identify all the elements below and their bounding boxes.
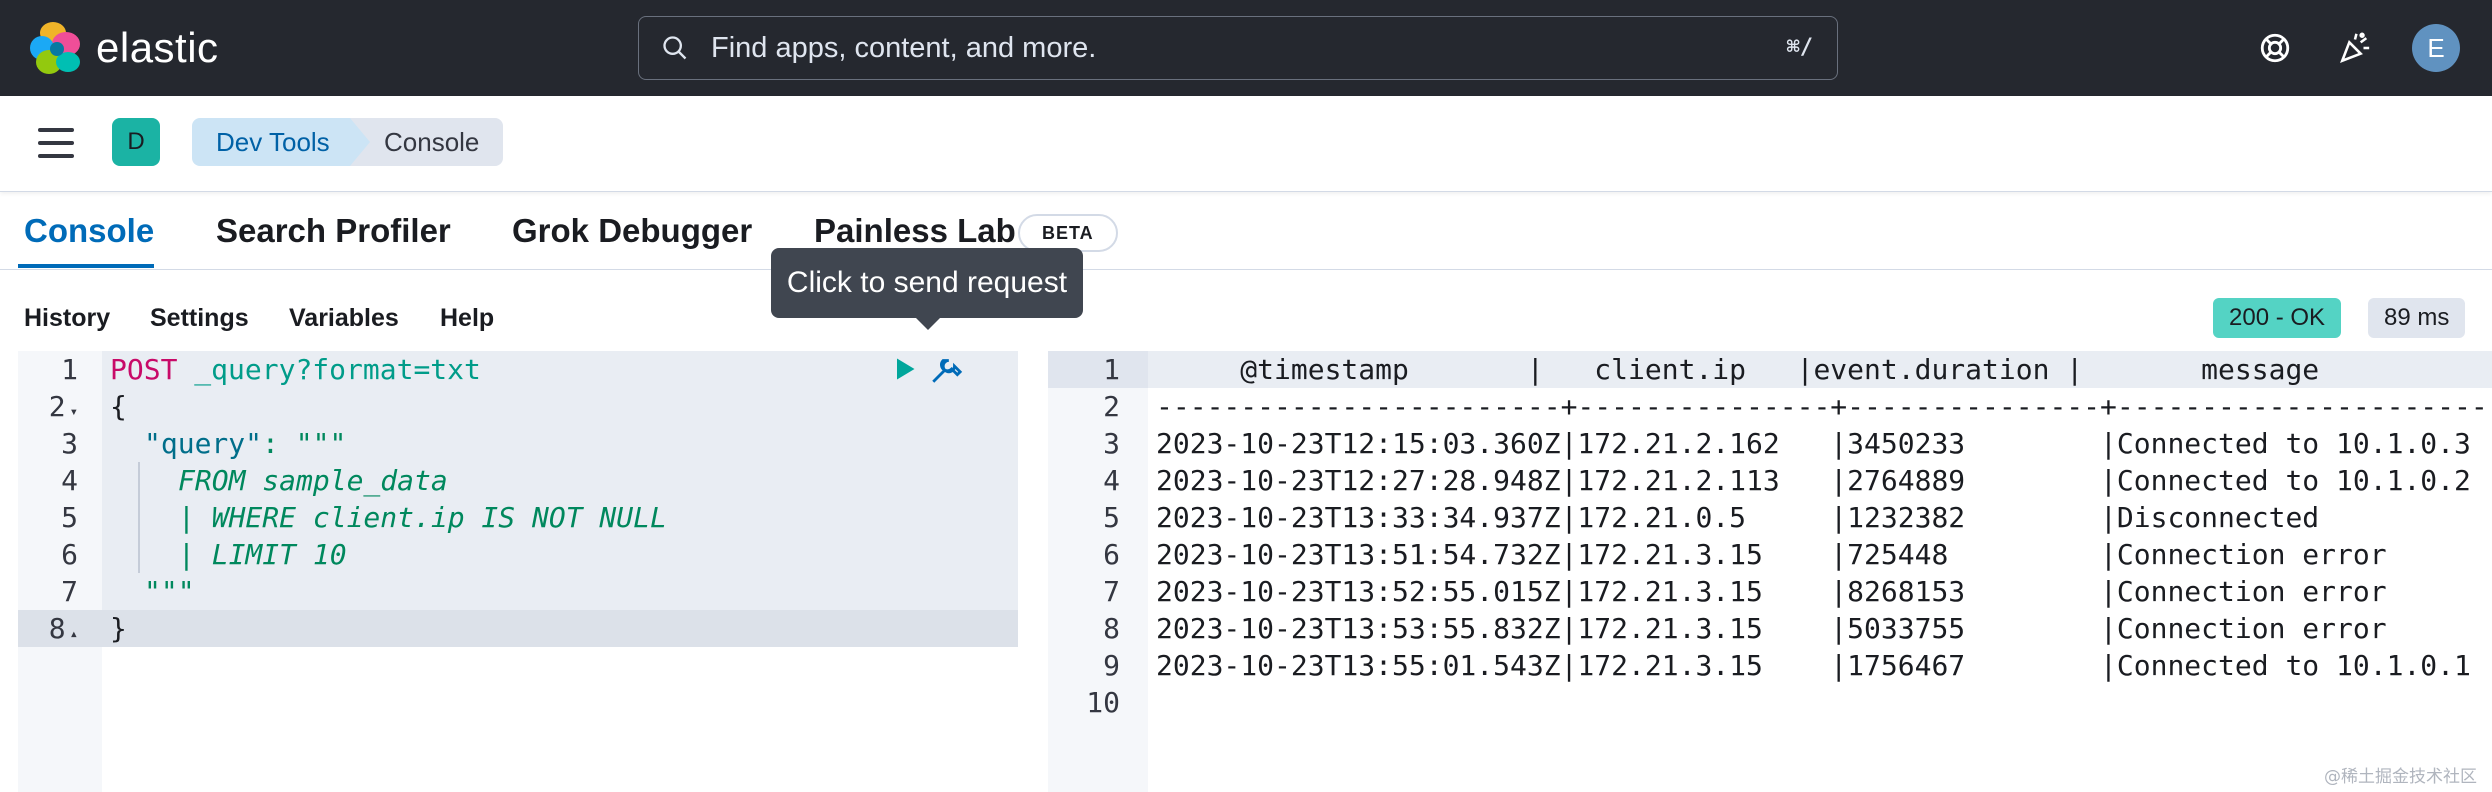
line-number: 7 xyxy=(1103,575,1120,608)
breadcrumb-console: Console xyxy=(350,118,504,166)
request-line: """ xyxy=(144,575,195,608)
wrench-icon[interactable] xyxy=(928,352,964,386)
request-line: | WHERE client.ip IS NOT NULL xyxy=(178,501,667,534)
request-line: FROM sample_data xyxy=(178,464,448,497)
request-line: { xyxy=(110,390,127,423)
tab-painless-lab[interactable]: Painless Lab xyxy=(814,212,1016,250)
breadcrumb-dev-tools[interactable]: Dev Tools xyxy=(192,118,384,166)
request-actions xyxy=(890,352,964,386)
line-number: 6 xyxy=(61,538,78,571)
elastic-logo[interactable]: elastic xyxy=(30,22,219,74)
search-icon xyxy=(663,36,687,60)
response-line: 2023-10-23T12:15:03.360Z|172.21.2.162 |3… xyxy=(1156,427,2471,460)
line-number: 5 xyxy=(61,501,78,534)
line-number: 3 xyxy=(61,427,78,460)
line-number: 4 xyxy=(1103,464,1120,497)
line-number: 10 xyxy=(1086,686,1120,719)
status-badge: 200 - OK xyxy=(2213,298,2342,338)
request-code[interactable]: POST _query?format=txt { "query": """ FR… xyxy=(102,351,1018,792)
search-shortcut: ⌘/ xyxy=(1786,35,1814,60)
response-line: 2023-10-23T13:52:55.015Z|172.21.3.15 |82… xyxy=(1156,575,2387,608)
json-value: : """ xyxy=(262,427,347,460)
elastic-logo-icon xyxy=(30,22,82,74)
fold-icon[interactable]: ▾ xyxy=(70,404,78,420)
history-button[interactable]: History xyxy=(24,304,110,333)
tab-search-profiler[interactable]: Search Profiler xyxy=(216,212,451,250)
response-code[interactable]: @timestamp | client.ip |event.duration |… xyxy=(1148,351,2492,792)
line-number: 3 xyxy=(1103,427,1120,460)
line-number: 2 xyxy=(1103,390,1120,423)
json-key: "query" xyxy=(144,427,263,460)
http-method: POST xyxy=(110,353,178,386)
space-avatar[interactable]: D xyxy=(112,118,160,166)
search-input[interactable] xyxy=(711,31,1711,65)
lifebuoy-icon xyxy=(2260,33,2290,63)
line-number: 9 xyxy=(1103,649,1120,682)
line-number: 6 xyxy=(1103,538,1120,571)
top-header: elastic ⌘/ E xyxy=(0,0,2492,96)
response-editor[interactable]: 1 2 3 4 5 6 7 8 9 10 @timestamp | client… xyxy=(1048,351,2492,792)
line-number: 8 ▴ xyxy=(18,610,78,647)
dev-tools-tabs: Console Search Profiler Grok Debugger Pa… xyxy=(0,192,2492,270)
tab-console[interactable]: Console xyxy=(24,212,154,250)
variables-button[interactable]: Variables xyxy=(289,304,399,333)
news-button[interactable] xyxy=(2331,24,2379,72)
response-gutter: 1 2 3 4 5 6 7 8 9 10 xyxy=(1048,351,1148,792)
fold-icon[interactable]: ▴ xyxy=(70,626,78,642)
active-line xyxy=(102,610,1018,647)
play-icon[interactable] xyxy=(890,352,918,386)
watermark: @稀土掘金技术社区 xyxy=(2324,767,2477,787)
indent-guide xyxy=(138,462,140,573)
response-line: 2023-10-23T13:51:54.732Z|172.21.3.15 |72… xyxy=(1156,538,2387,571)
request-path: _query?format=txt xyxy=(194,353,481,386)
request-line: "query": """ xyxy=(144,425,346,462)
line-number: 7 xyxy=(61,575,78,608)
line-number-text: 8 xyxy=(48,612,66,645)
response-line: 2023-10-23T13:33:34.937Z|172.21.0.5 |123… xyxy=(1156,501,2320,534)
user-avatar[interactable]: E xyxy=(2412,24,2460,72)
request-line: | LIMIT 10 xyxy=(178,538,347,571)
response-line: 2023-10-23T13:53:55.832Z|172.21.3.15 |50… xyxy=(1156,612,2387,645)
tooltip-arrow xyxy=(914,316,942,330)
response-line: 2023-10-23T12:27:28.948Z|172.21.2.113 |2… xyxy=(1156,464,2471,497)
request-gutter: 1 2 ▾ 3 4 5 6 7 8 ▴ xyxy=(18,351,102,792)
request-time-badge: 89 ms xyxy=(2368,298,2466,338)
line-number: 2 ▾ xyxy=(18,388,78,425)
line-number: 8 xyxy=(1103,612,1120,645)
active-tab-indicator xyxy=(18,264,154,268)
settings-button[interactable]: Settings xyxy=(150,304,249,333)
line-number: 1 xyxy=(61,353,78,386)
tab-grok-debugger[interactable]: Grok Debugger xyxy=(512,212,752,250)
request-line: POST _query?format=txt xyxy=(110,351,481,388)
request-editor[interactable]: 1 2 ▾ 3 4 5 6 7 8 ▴ POST _query?format=txt… xyxy=(18,351,1018,792)
line-number: 5 xyxy=(1103,501,1120,534)
help-button[interactable] xyxy=(2251,24,2299,72)
menu-toggle-icon[interactable] xyxy=(38,128,74,158)
line-number-text: 2 xyxy=(48,390,66,423)
beta-badge: BETA xyxy=(1018,214,1118,252)
line-number: 1 xyxy=(1103,353,1120,386)
response-line: 2023-10-23T13:55:01.543Z|172.21.3.15 |17… xyxy=(1156,649,2471,682)
breadcrumb-bar: D Dev Tools Console xyxy=(0,96,2492,192)
brand-name: elastic xyxy=(96,24,219,71)
line-number: 4 xyxy=(61,464,78,497)
response-line: @timestamp | client.ip |event.duration |… xyxy=(1156,353,2320,386)
cheer-icon xyxy=(2340,32,2370,63)
global-search[interactable]: ⌘/ xyxy=(638,16,1838,80)
response-line: ------------------------+---------------… xyxy=(1156,390,2492,423)
send-request-tooltip: Click to send request xyxy=(771,248,1083,318)
help-menu-button[interactable]: Help xyxy=(440,304,494,333)
request-line: } xyxy=(110,612,127,645)
